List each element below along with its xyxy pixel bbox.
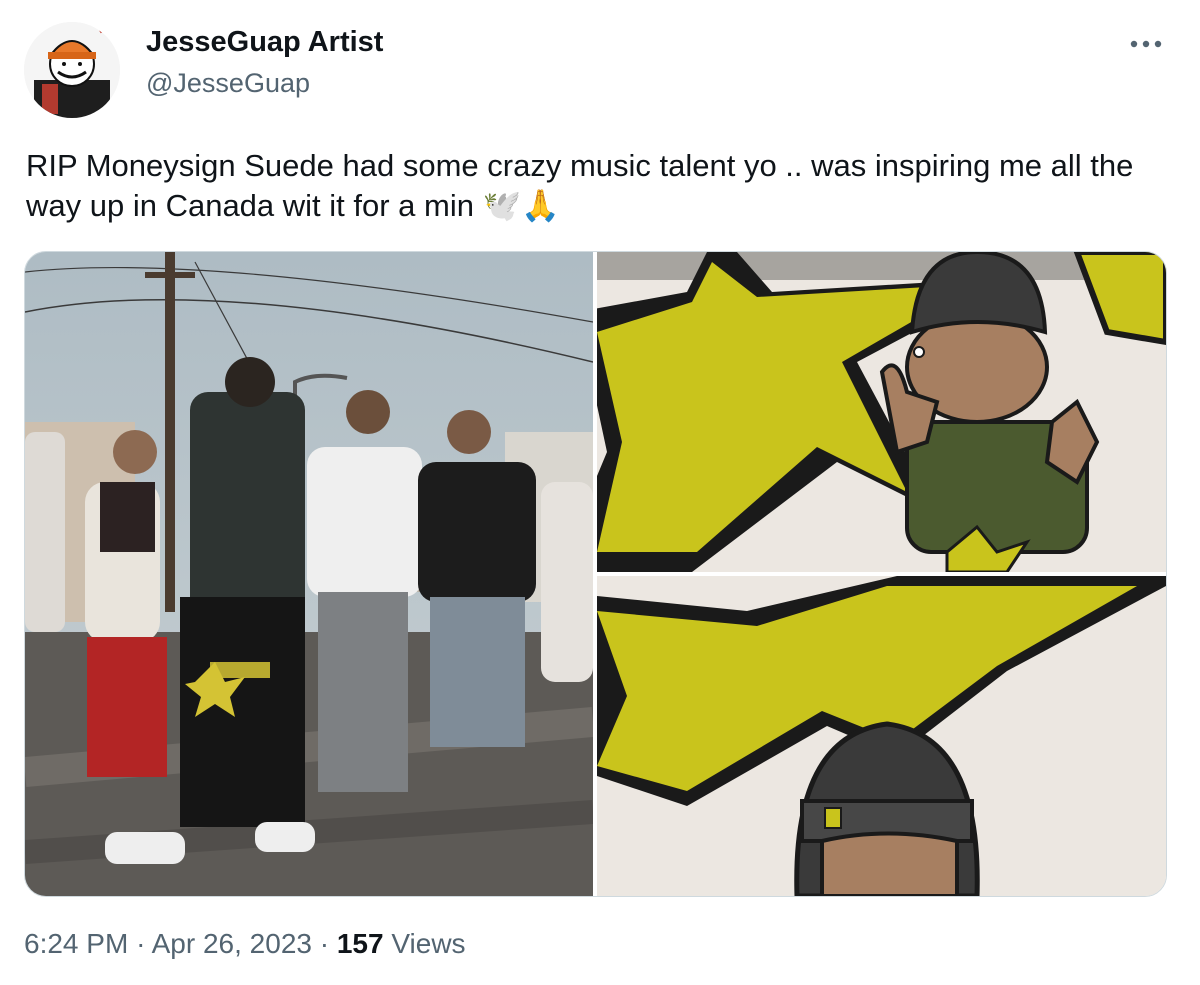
- more-options-button[interactable]: [1124, 26, 1168, 62]
- author-handle[interactable]: @JesseGuap: [146, 68, 310, 99]
- more-options-icon: [1130, 40, 1162, 48]
- tweet-time[interactable]: 6:24 PM: [24, 928, 128, 959]
- media-grid: [24, 251, 1167, 897]
- author-name[interactable]: JesseGuap Artist: [146, 26, 383, 59]
- meta-separator: ·: [319, 928, 330, 959]
- tweet-date[interactable]: Apr 26, 2023: [152, 928, 312, 959]
- views-label: Views: [391, 928, 466, 959]
- cartoon-beanie-star-art-closeup[interactable]: [597, 576, 1166, 896]
- meta-separator: ·: [136, 928, 146, 959]
- street-video-still[interactable]: [25, 252, 593, 896]
- avatar[interactable]: [24, 22, 120, 118]
- views-count[interactable]: 157: [337, 928, 384, 959]
- tweet-meta: 6:24 PM · Apr 26, 2023 · 157 Views: [24, 928, 466, 960]
- avatar-cartoon-icon: [24, 22, 120, 118]
- cartoon-beanie-star-art[interactable]: [597, 252, 1166, 572]
- tweet-text: RIP Moneysign Suede had some crazy music…: [26, 148, 1134, 223]
